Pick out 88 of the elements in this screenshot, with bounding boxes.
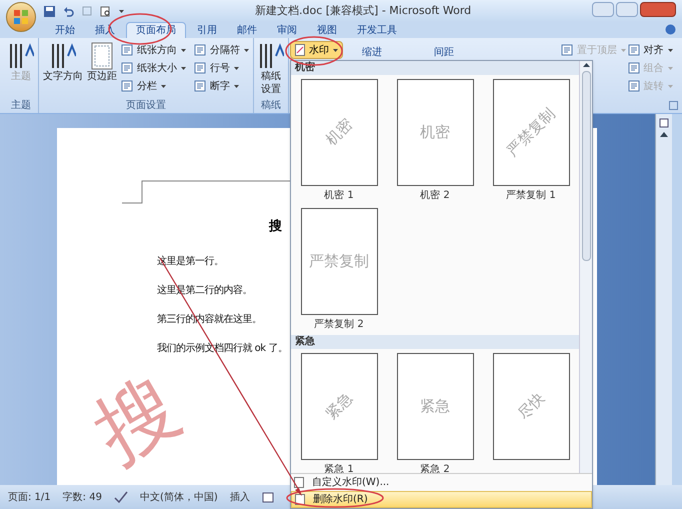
text-direction-icon: [258, 42, 284, 70]
watermark-preview: 尽快: [512, 388, 549, 426]
watermark-text: 搜: [82, 365, 192, 475]
caret-icon: [668, 48, 672, 52]
proofing-icon[interactable]: [114, 491, 128, 503]
scroll-up-icon[interactable]: [660, 132, 668, 137]
watermark-preview: 紧急: [420, 396, 450, 418]
layout-icon: [121, 80, 133, 92]
ribbon-tab[interactable]: 开始: [46, 22, 84, 38]
ribbon-button[interactable]: 行号: [194, 60, 249, 76]
caret-icon: [668, 66, 672, 70]
office-logo-icon: [13, 9, 29, 25]
help-icon[interactable]: [665, 24, 676, 35]
group-label: 稿纸: [260, 99, 282, 113]
ribbon-tab[interactable]: 邮件: [228, 22, 266, 38]
layout-icon: [628, 44, 640, 56]
dialog-launcher-icon[interactable]: [669, 101, 678, 110]
scroll-bar[interactable]: [579, 61, 592, 473]
caret-icon: [181, 66, 186, 70]
layout-icon: [561, 44, 573, 56]
thumbnail-label: 严禁复制 1: [506, 190, 556, 202]
page-icon: [91, 42, 113, 70]
watermark-preview: 机密: [420, 122, 450, 144]
caret-icon: [333, 48, 338, 52]
close-button[interactable]: [640, 2, 676, 17]
ribbon-button[interactable]: 分栏: [121, 78, 186, 94]
caret-icon: [181, 48, 186, 52]
watermark-preview: 紧急: [320, 388, 357, 426]
ribbon-button[interactable]: 纸张大小: [121, 60, 186, 76]
caret-icon: [668, 84, 672, 88]
ribbon-tab[interactable]: 视图: [308, 22, 346, 38]
arrange-button[interactable]: 对齐: [628, 42, 682, 58]
status-item[interactable]: 字数: 49: [62, 490, 102, 504]
caret-icon: [621, 48, 626, 52]
group-header: 缩进: [362, 46, 382, 60]
thumbnail-label: 机密 2: [420, 190, 450, 202]
caret-icon: [244, 48, 249, 52]
layout-icon: [121, 44, 133, 56]
ribbon-tab[interactable]: 审阅: [268, 22, 306, 38]
window-title: 新建文档.doc [兼容模式] - Microsoft Word: [255, 3, 472, 19]
layout-icon: [194, 62, 206, 74]
scroll-up-icon[interactable]: [582, 63, 590, 67]
ribbon-tab[interactable]: 开发工具: [348, 22, 406, 38]
text-direction-icon: [8, 42, 34, 70]
layout-icon: [628, 62, 640, 74]
menu-item[interactable]: 自定义水印(W)...: [291, 474, 592, 491]
caret-icon: [234, 84, 239, 88]
caret-icon: [234, 66, 239, 70]
ribbon-button[interactable]: 稿纸设置: [258, 42, 284, 96]
status-item[interactable]: 插入: [230, 490, 250, 504]
caret-icon: [161, 84, 166, 88]
ribbon-button[interactable]: 纸张方向: [121, 42, 186, 58]
layout-icon: [194, 44, 206, 56]
group-label: 页面设置: [125, 99, 167, 113]
ribbon-button[interactable]: 分隔符: [194, 42, 249, 58]
watermark-icon: [294, 477, 304, 488]
watermark-icon: [295, 44, 305, 56]
print-preview-icon[interactable]: [100, 6, 111, 16]
status-item[interactable]: 中文(简体，中国): [140, 490, 218, 504]
scroll-bar[interactable]: [655, 114, 672, 485]
ruler-icon[interactable]: [659, 118, 669, 128]
group-header: 间距: [434, 46, 454, 60]
ribbon-button[interactable]: 页边距: [87, 42, 117, 83]
ribbon-button[interactable]: 文字方向: [43, 42, 83, 83]
layout-icon: [121, 62, 133, 74]
watermark-preview: 严禁复制: [309, 251, 369, 272]
text-direction-icon: [50, 42, 76, 70]
watermark-preview: 机密: [320, 114, 357, 152]
save-icon[interactable]: [44, 6, 55, 16]
layout-icon: [194, 80, 206, 92]
caret-icon: [119, 10, 124, 12]
ribbon-button[interactable]: 断字: [194, 78, 249, 94]
section-header: 紧急: [291, 335, 579, 349]
ribbon-tab[interactable]: 引用: [188, 22, 226, 38]
document-heading: 搜: [269, 218, 282, 236]
status-item[interactable]: 页面: 1/1: [8, 490, 51, 504]
thumbnail-label: 严禁复制 2: [314, 319, 364, 331]
thumbnail-label: 机密 1: [324, 190, 354, 202]
layout-icon: [628, 80, 640, 92]
group-label: 主题: [10, 99, 32, 113]
scroll-thumb[interactable]: [582, 71, 590, 261]
watermark-button[interactable]: 水印: [290, 41, 343, 59]
office-button[interactable]: [6, 2, 36, 32]
menu-item[interactable]: 删除水印(R): [291, 491, 592, 508]
undo-icon[interactable]: [63, 6, 74, 16]
watermark-icon: [295, 494, 305, 505]
paragraph: 我们的示例文档四行就 ok 了。: [157, 342, 288, 356]
watermark-preview: 严禁复制: [502, 104, 560, 162]
